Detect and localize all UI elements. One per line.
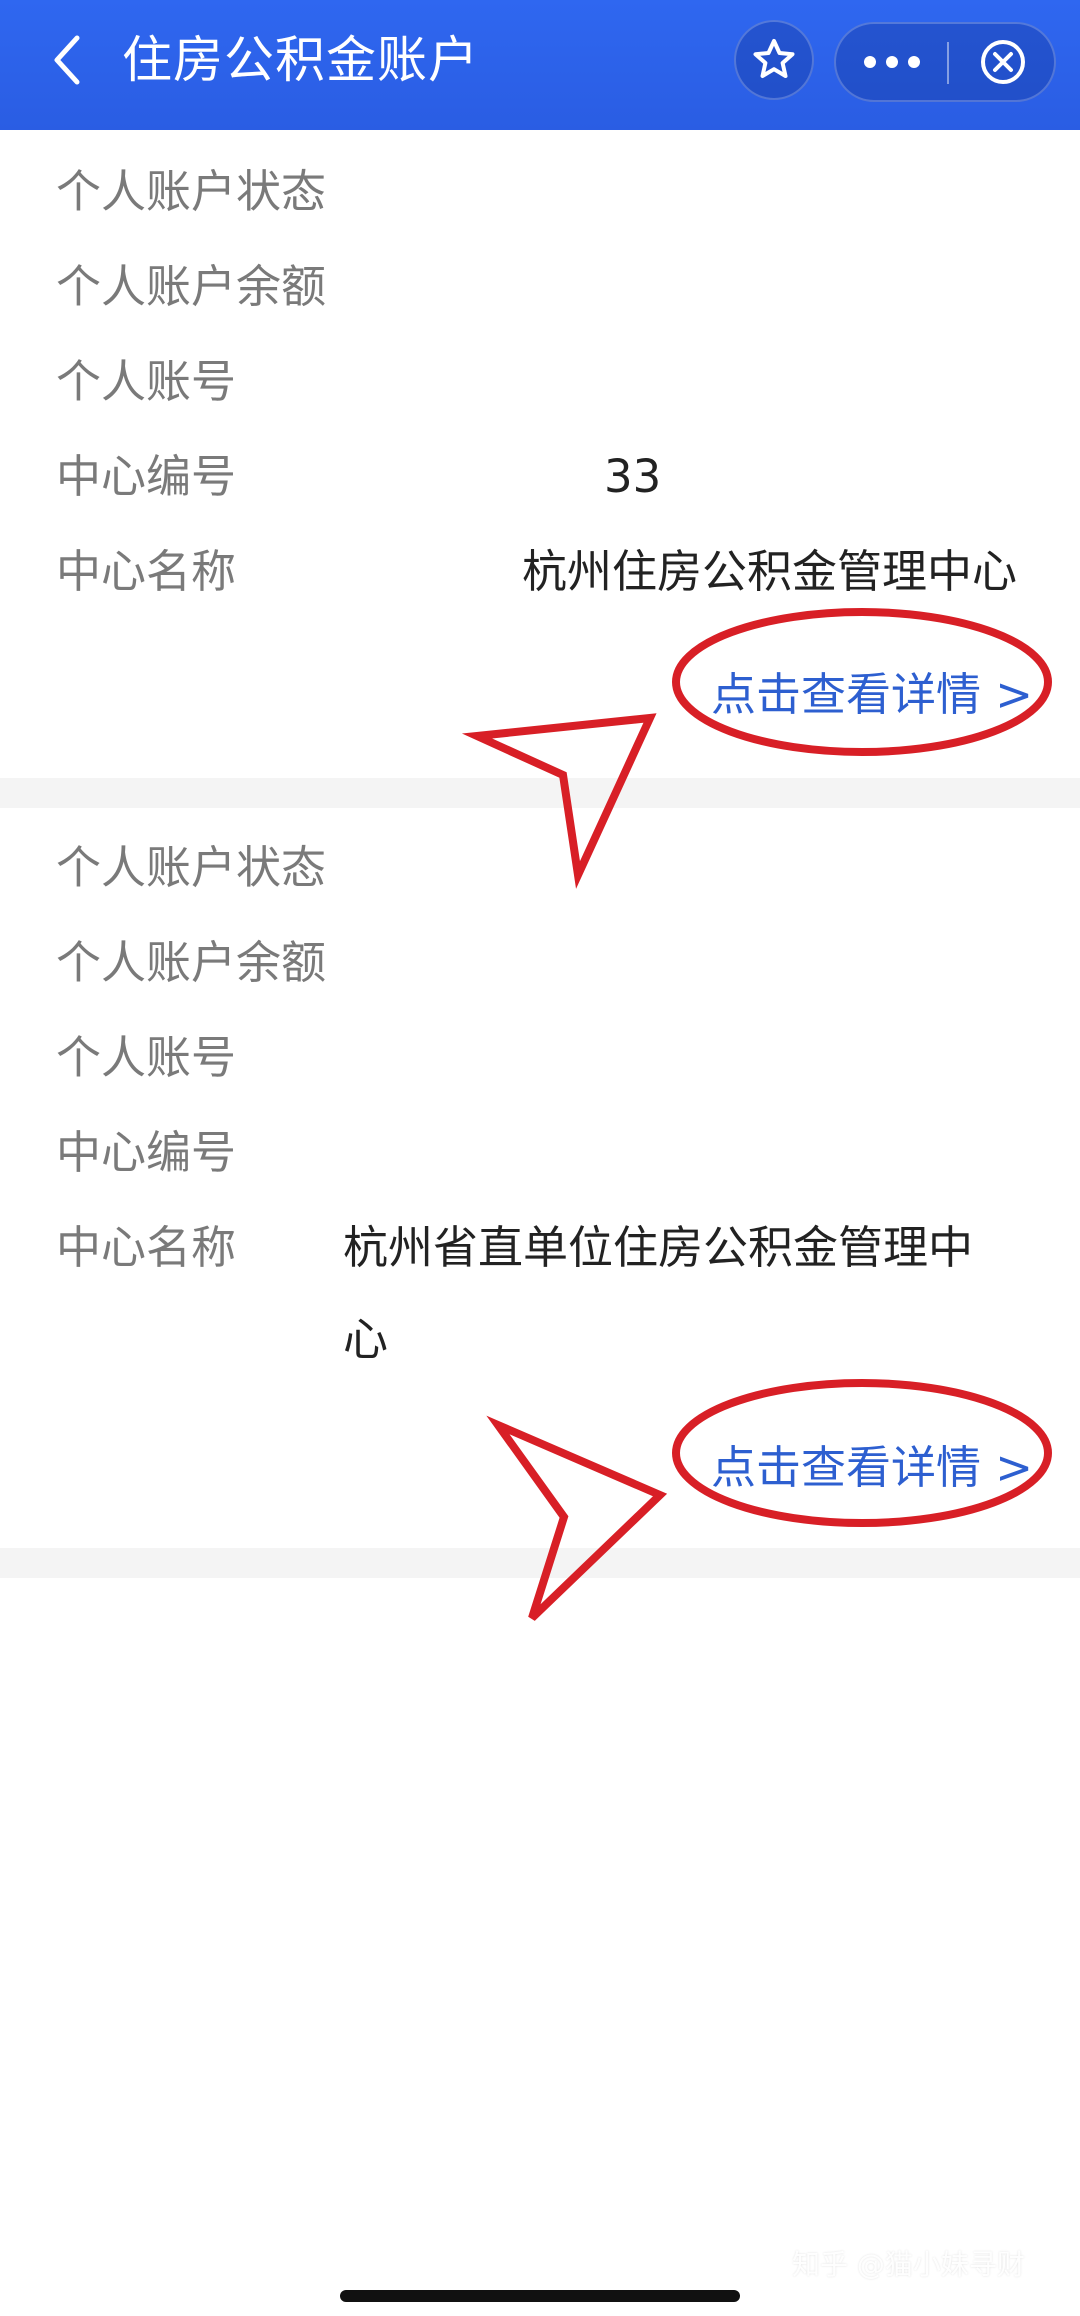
account-status-row: 个人账户状态 (56, 838, 1024, 898)
account-balance-label: 个人账户余额 (56, 260, 327, 313)
center-name-value: 杭州省直单位住房公积金管理中 心 (343, 1202, 993, 1386)
center-name-value: 杭州住房公积金管理中心 (522, 545, 1018, 598)
watermark: 知乎 @猫小妹寻财 (792, 2248, 1025, 2281)
page-title: 住房公积金账户 (122, 31, 479, 89)
center-name-line-2: 心 (343, 1313, 389, 1366)
account-card-2: 个人账户状态 个人账户余额 个人账号 中心编号 中心名称 杭州省直单位住房公积金… (0, 808, 1080, 1548)
account-balance-label: 个人账户余额 (56, 936, 327, 989)
more-button[interactable] (836, 24, 947, 100)
view-details-link[interactable]: 点击查看详情 > (711, 1438, 1033, 1498)
account-balance-row: 个人账户余额 (56, 257, 1024, 317)
header-bar: 住房公积金账户 (0, 0, 1080, 130)
center-name-label: 中心名称 (56, 545, 237, 598)
section-divider (0, 1548, 1080, 1578)
center-name-line-1: 杭州省直单位住房公积金管理中 (343, 1221, 974, 1274)
account-number-label: 个人账号 (56, 1031, 237, 1084)
view-details-link[interactable]: 点击查看详情 > (711, 665, 1033, 725)
center-name-label: 中心名称 (56, 1221, 237, 1274)
account-number-row: 个人账号 (56, 1028, 1024, 1088)
account-status-row: 个人账户状态 (56, 162, 1024, 222)
favorite-button[interactable] (734, 20, 814, 100)
account-number-row: 个人账号 (56, 352, 1024, 412)
center-code-label: 中心编号 (56, 1126, 237, 1179)
close-circle-icon (980, 40, 1025, 84)
star-icon (753, 39, 795, 78)
account-status-label: 个人账户状态 (56, 165, 327, 218)
center-name-row: 中心名称 杭州住房公积金管理中心 (56, 542, 1024, 602)
center-code-label: 中心编号 (56, 450, 237, 503)
account-balance-row: 个人账户余额 (56, 933, 1024, 993)
center-code-row: 中心编号 33 (56, 447, 1024, 507)
center-code-row: 中心编号 (56, 1123, 1024, 1183)
account-card-1: 个人账户状态 个人账户余额 个人账号 中心编号 33 中心名称 杭州住房公积金管… (0, 130, 1080, 775)
back-button[interactable] (34, 25, 98, 95)
home-indicator (340, 2290, 740, 2302)
page: 住房公积金账户 个人账户状态 个人账户余额 个人账号 中心编号 33 中心名称 … (0, 0, 1080, 2316)
center-code-value: 33 (604, 450, 662, 503)
more-icon (863, 56, 920, 68)
chevron-left-icon (54, 35, 80, 85)
account-status-label: 个人账户状态 (56, 841, 327, 894)
mini-program-capsule (834, 22, 1056, 102)
section-divider (0, 778, 1080, 808)
close-button[interactable] (949, 24, 1056, 100)
account-number-label: 个人账号 (56, 355, 237, 408)
